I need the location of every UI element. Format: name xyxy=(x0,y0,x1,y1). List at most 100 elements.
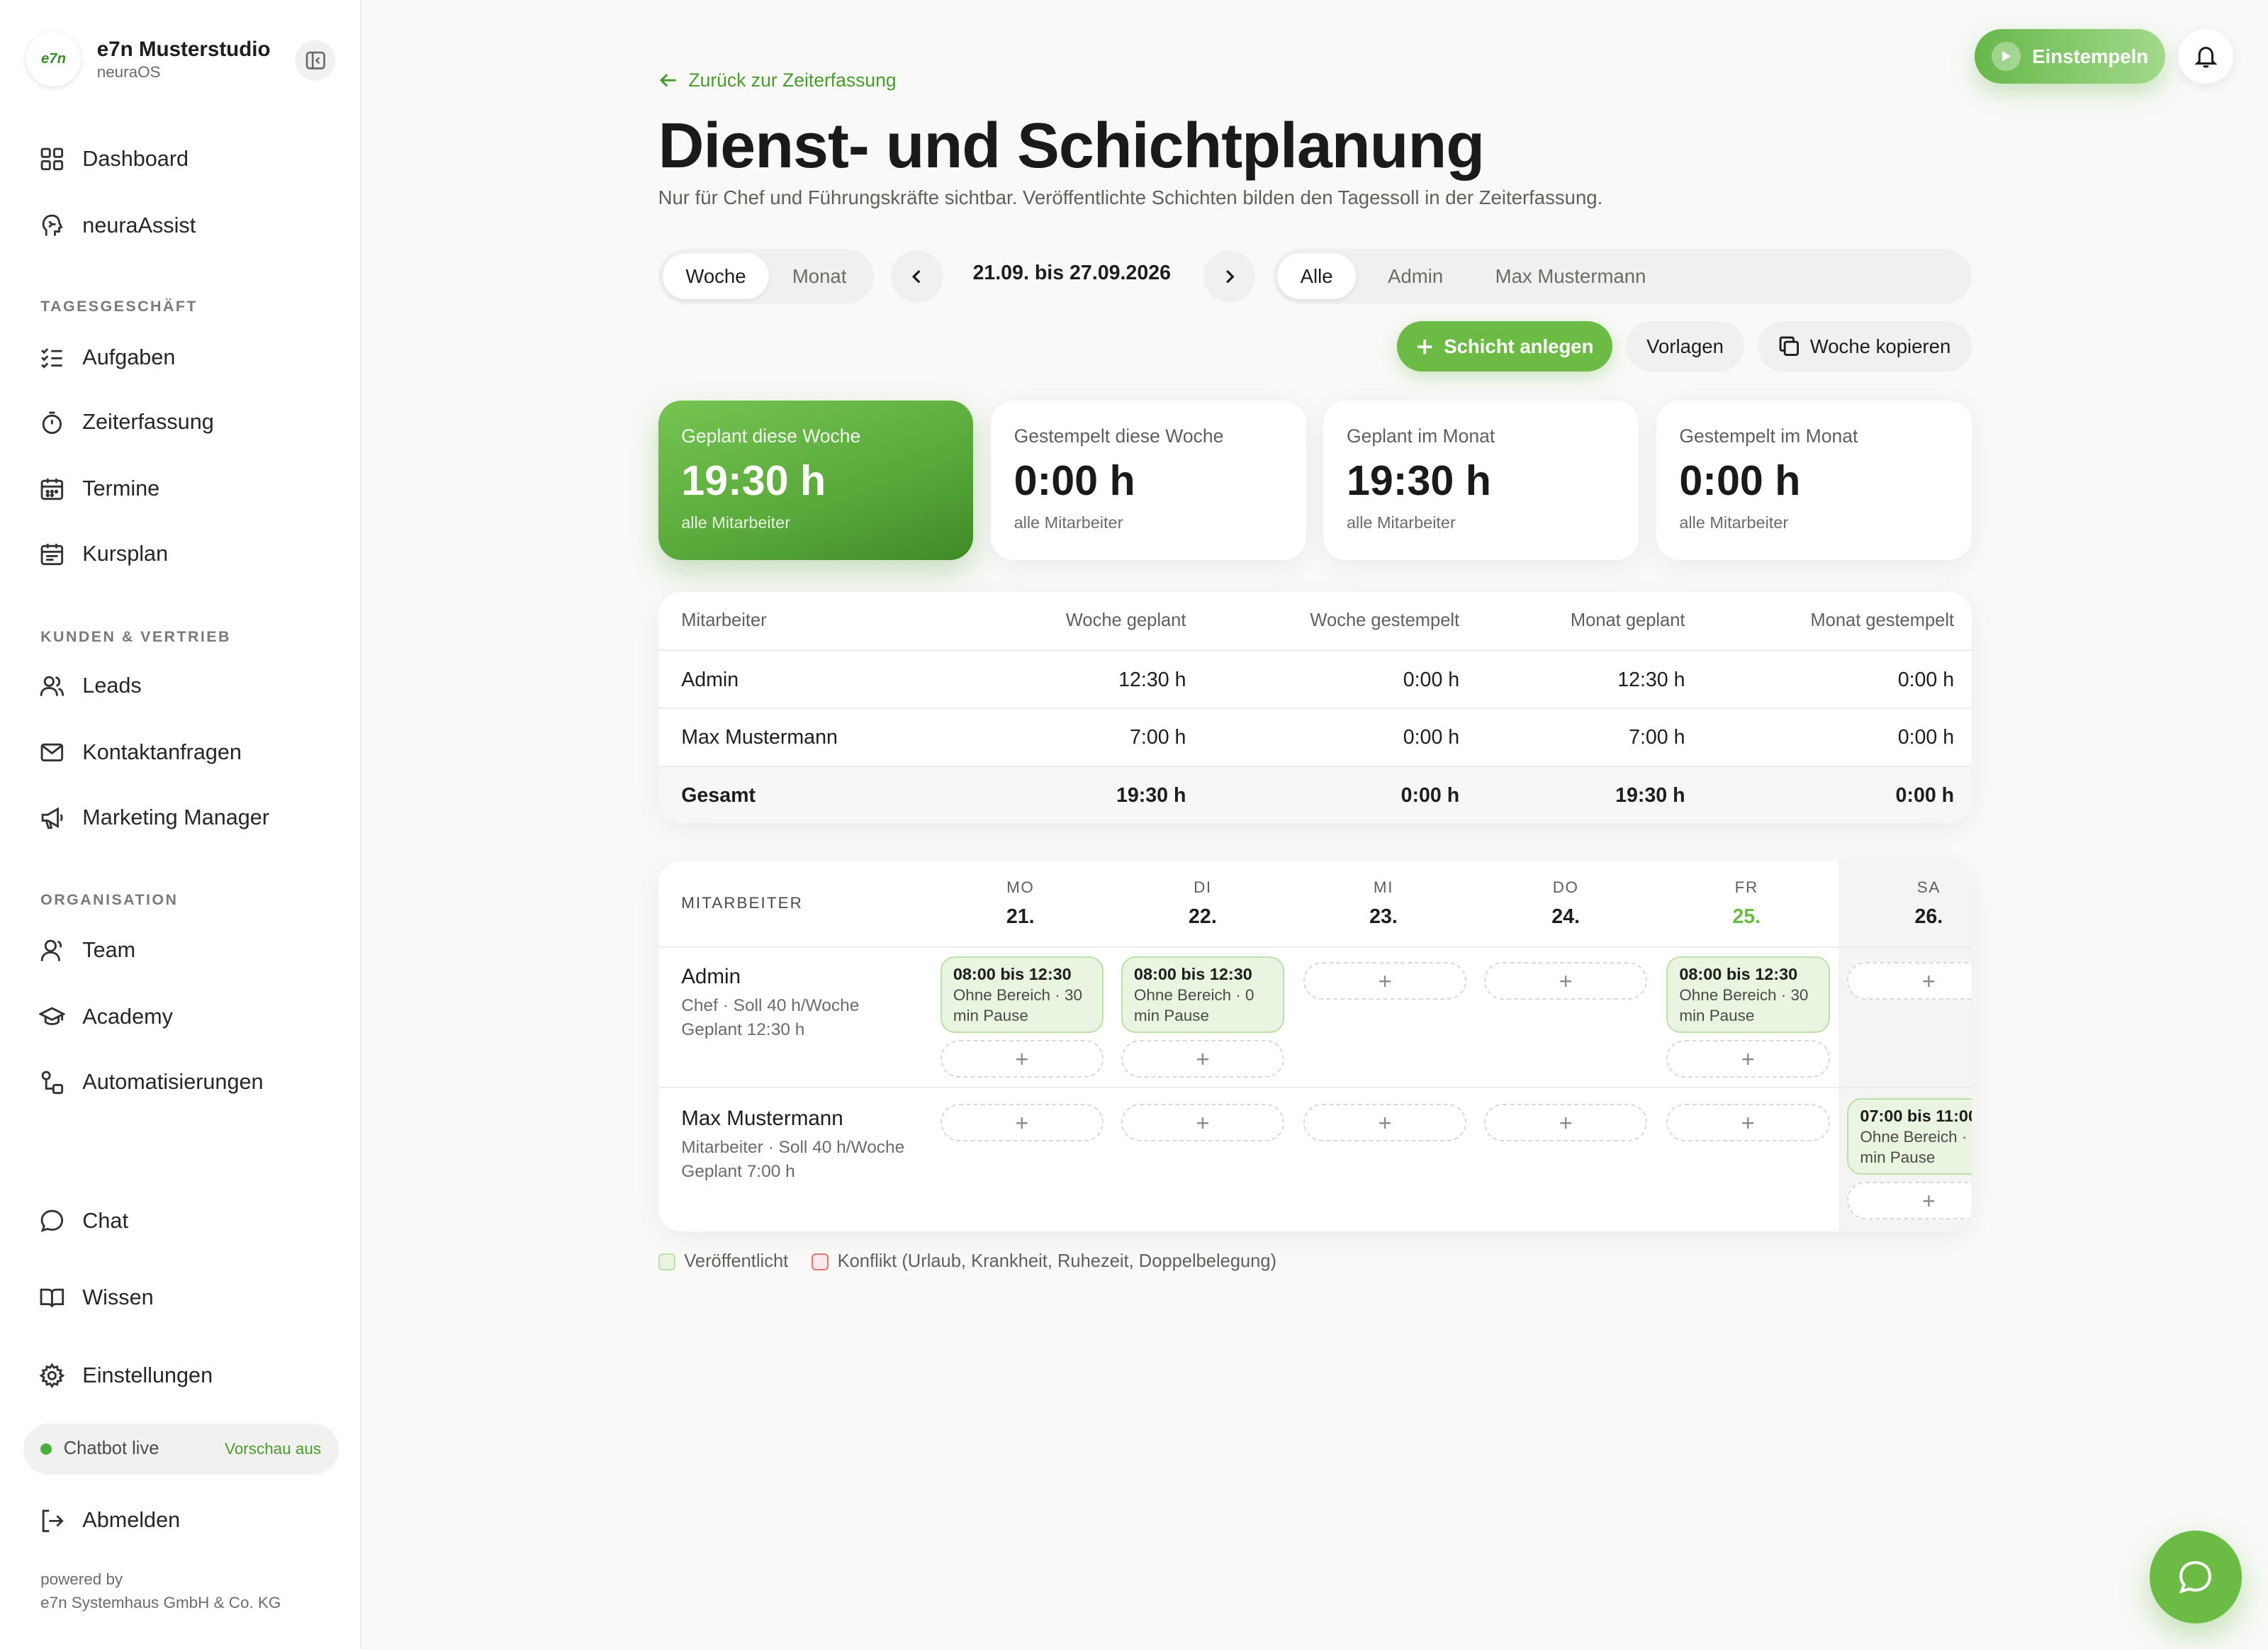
add-shift-slot[interactable]: + xyxy=(1666,1040,1830,1078)
filter-alle[interactable]: Alle xyxy=(1277,253,1357,300)
next-week-button[interactable] xyxy=(1203,250,1256,303)
month-clocked: 0:00 h xyxy=(1895,783,1955,807)
sidebar-collapse-button[interactable] xyxy=(295,40,336,82)
chat-bubble-icon xyxy=(2179,1561,2212,1594)
add-shift-slot[interactable]: + xyxy=(1847,962,1972,1000)
sidebar-item-termine[interactable]: Termine xyxy=(38,471,159,506)
tab-woche[interactable]: Woche xyxy=(662,253,770,300)
brand[interactable]: e7n e7n Musterstudio neuraOS xyxy=(26,31,271,87)
add-shift-slot[interactable]: + xyxy=(940,1104,1104,1142)
sidebar-item-label: Academy xyxy=(82,1005,173,1029)
sidebar-item-label: neuraAssist xyxy=(82,213,196,237)
book-icon xyxy=(38,1283,67,1312)
stat-label: Geplant diese Woche xyxy=(681,425,861,447)
sidebar-item-label: Termine xyxy=(82,476,160,501)
sidebar-item-aufgaben[interactable]: Aufgaben xyxy=(38,340,175,375)
add-shift-slot[interactable]: + xyxy=(1303,1104,1467,1142)
sidebar-toggle-icon xyxy=(305,52,325,70)
sidebar-item-kursplan[interactable]: Kursplan xyxy=(38,537,168,571)
powered-by: powered by e7n Systemhaus GmbH & Co. KG xyxy=(40,1570,281,1611)
megaphone-icon xyxy=(38,803,67,832)
users-icon xyxy=(38,671,67,700)
stat-value: 19:30 h xyxy=(681,457,826,505)
sidebar-item-academy[interactable]: Academy xyxy=(38,1000,173,1034)
sidebar-item-leads[interactable]: Leads xyxy=(38,669,142,703)
sidebar-item-wissen[interactable]: Wissen xyxy=(38,1280,154,1315)
add-shift-slot[interactable]: + xyxy=(1666,1104,1830,1142)
divider xyxy=(658,946,1972,948)
schedule-employee-name: Admin xyxy=(681,965,741,989)
notifications-button[interactable] xyxy=(2178,28,2233,84)
sidebar-item-label: Marketing Manager xyxy=(82,805,270,829)
add-shift-slot[interactable]: + xyxy=(1121,1040,1285,1078)
copy-icon xyxy=(1779,337,1799,357)
add-shift-slot[interactable]: + xyxy=(1303,962,1467,1000)
tab-monat[interactable]: Monat xyxy=(769,253,870,299)
legend-swatch-published xyxy=(658,1253,676,1271)
legend-label: Konflikt (Urlaub, Krankheit, Ruhezeit, D… xyxy=(837,1251,1277,1272)
add-shift-slot[interactable]: + xyxy=(1121,1104,1285,1142)
brand-logo: e7n xyxy=(26,31,82,87)
stat-label: Gestempelt im Monat xyxy=(1679,425,1858,447)
graduation-cap-icon xyxy=(38,1002,67,1032)
filter-max-mustermann[interactable]: Max Mustermann xyxy=(1475,253,1666,299)
table-row[interactable]: Admin 12:30 h 0:00 h 12:30 h 0:00 h xyxy=(658,649,1972,708)
back-to-time-tracking-link[interactable]: Zurück zur Zeiterfassung xyxy=(658,69,897,91)
mail-icon xyxy=(38,738,67,767)
app-root: e7n e7n Musterstudio neuraOS Dashboard n… xyxy=(0,0,2268,1649)
stat-card-clocked-week: Gestempelt diese Woche 0:00 h alle Mitar… xyxy=(990,401,1306,560)
clock-in-button[interactable]: Einstempeln xyxy=(1974,28,2166,84)
previous-week-button[interactable] xyxy=(891,250,943,303)
play-icon xyxy=(1992,42,2021,71)
sidebar-item-label: Einstellungen xyxy=(82,1363,213,1388)
add-shift-slot[interactable]: + xyxy=(1483,1104,1648,1142)
sidebar-item-marketing-manager[interactable]: Marketing Manager xyxy=(38,800,269,835)
add-shift-slot[interactable]: + xyxy=(940,1040,1104,1078)
filter-admin[interactable]: Admin xyxy=(1356,253,1475,299)
shift-card[interactable]: 08:00 bis 12:30 Ohne Bereich · 30 min Pa… xyxy=(1666,956,1830,1034)
live-status-dot xyxy=(40,1443,52,1455)
table-header-row: Mitarbeiter Woche geplant Woche gestempe… xyxy=(658,592,1972,650)
sidebar-item-zeiterfassung[interactable]: Zeiterfassung xyxy=(38,405,214,440)
sidebar-item-kontaktanfragen[interactable]: Kontaktanfragen xyxy=(38,735,242,770)
calendar-icon xyxy=(38,474,67,503)
sidebar-item-chat[interactable]: Chat xyxy=(38,1204,128,1239)
sidebar-item-label: Aufgaben xyxy=(82,345,176,369)
copy-week-button[interactable]: Woche kopieren xyxy=(1757,321,1972,372)
column-header: Monat gestempelt xyxy=(1810,610,1955,630)
shift-card[interactable]: 08:00 bis 12:30 Ohne Bereich · 0 min Pau… xyxy=(1121,956,1285,1034)
sidebar-item-automatisierungen[interactable]: Automatisierungen xyxy=(38,1065,264,1100)
month-clocked: 0:00 h xyxy=(1897,726,1955,749)
create-shift-button[interactable]: Schicht anlegen xyxy=(1397,321,1613,372)
date-range-label: 21.09. bis 27.09.2026 xyxy=(972,262,1171,285)
table-row[interactable]: Max Mustermann 7:00 h 0:00 h 7:00 h 0:00… xyxy=(658,707,1972,766)
chatbot-status-pill[interactable]: Chatbot live Vorschau aus xyxy=(23,1424,339,1475)
sidebar-item-label: Chat xyxy=(82,1208,128,1233)
checklist-icon xyxy=(38,343,67,372)
day-header-do: DO 24. xyxy=(1551,878,1581,928)
chevron-right-icon xyxy=(1226,269,1235,284)
arrow-left-icon xyxy=(659,74,676,87)
page-title: Dienst- und Schichtplanung xyxy=(658,111,1486,182)
day-header-mi: MI 23. xyxy=(1369,878,1398,928)
sidebar-item-abmelden[interactable]: Abmelden xyxy=(38,1503,180,1538)
sidebar-item-label: Abmelden xyxy=(82,1508,181,1533)
chat-fab-button[interactable] xyxy=(2149,1531,2242,1623)
view-toggle: Woche Monat xyxy=(658,249,875,304)
add-shift-slot[interactable]: + xyxy=(1483,962,1648,1000)
sidebar-item-neuraassist[interactable]: neuraAssist xyxy=(38,208,196,243)
shift-card[interactable]: 08:00 bis 12:30 Ohne Bereich · 30 min Pa… xyxy=(940,956,1104,1034)
schedule-employee-meta: Mitarbeiter · Soll 40 h/Woche Geplant 7:… xyxy=(681,1138,905,1181)
templates-button[interactable]: Vorlagen xyxy=(1625,321,1745,372)
stat-card-clocked-month: Gestempelt im Monat 0:00 h alle Mitarbei… xyxy=(1656,401,1972,560)
day-header-fr: FR 25. xyxy=(1665,878,1829,929)
sidebar-item-dashboard[interactable]: Dashboard xyxy=(38,142,189,177)
sidebar: e7n e7n Musterstudio neuraOS Dashboard n… xyxy=(0,0,362,1649)
bell-icon xyxy=(2194,47,2218,68)
shift-card[interactable]: 07:00 bis 11:00 Ohne Bereich · 30 min Pa… xyxy=(1847,1097,1972,1175)
add-shift-slot[interactable]: + xyxy=(1847,1182,1972,1220)
sidebar-item-einstellungen[interactable]: Einstellungen xyxy=(38,1358,213,1393)
chatbot-preview-toggle[interactable]: Vorschau aus xyxy=(225,1440,321,1458)
sidebar-item-team[interactable]: Team xyxy=(38,933,135,968)
stat-value: 19:30 h xyxy=(1346,457,1491,505)
